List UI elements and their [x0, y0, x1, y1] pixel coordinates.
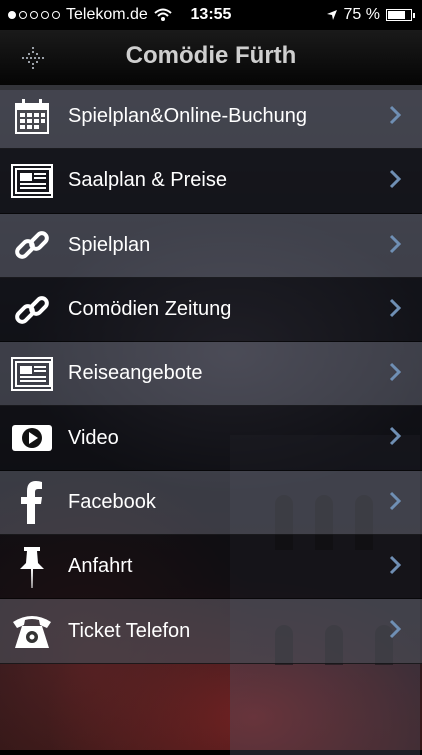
menu-item-label: Comödien Zeitung: [68, 298, 232, 321]
menu-item-ticket-telefon[interactable]: Ticket Telefon: [0, 599, 422, 664]
chevron-right-icon: [389, 234, 402, 253]
menu-item-spielplan-online-buchung[interactable]: Spielplan&Online-Buchung: [0, 85, 422, 150]
video-icon: [0, 407, 64, 470]
menu-item-label: Video: [68, 426, 119, 449]
pin-icon: [0, 535, 64, 598]
menu-item-anfahrt[interactable]: Anfahrt: [0, 535, 422, 600]
chevron-right-icon: [389, 105, 402, 125]
menu-item-label: Saalplan & Preise: [68, 169, 227, 192]
chevron-right-icon: [389, 363, 402, 382]
menu-item-video[interactable]: Video: [0, 406, 422, 471]
menu-item-label: Ticket Telefon: [68, 619, 191, 642]
chevron-right-icon: [389, 620, 402, 639]
battery-fill: [388, 11, 405, 19]
nav-bar: Comödie Fürth: [0, 30, 422, 85]
chevron-right-icon: [389, 427, 402, 446]
chevron-right-icon: [389, 491, 402, 510]
menu-item-reiseangebote[interactable]: Reiseangebote: [0, 342, 422, 407]
status-right: 75 %: [326, 6, 415, 24]
menu-item-label: Spielplan&Online-Buchung: [68, 105, 308, 128]
calendar-icon: [0, 85, 64, 148]
link-icon: [0, 214, 64, 277]
newspaper-icon: [0, 342, 64, 405]
newspaper-icon: [0, 149, 64, 212]
battery-percent: 75 %: [343, 6, 380, 23]
menu-item-comoedien-zeitung[interactable]: Comödien Zeitung: [0, 277, 422, 343]
menu-item-label: Reiseangebote: [68, 362, 203, 385]
chevron-right-icon: [389, 170, 402, 189]
location-arrow-icon: [326, 10, 337, 20]
chevron-right-icon: [389, 298, 402, 317]
menu-item-facebook[interactable]: Facebook: [0, 470, 422, 536]
menu-list: Spielplan&Online-Buchung Saalplan & Prei…: [0, 85, 422, 664]
status-bar: Telekom.de 13:55 75 %: [0, 0, 422, 30]
menu-item-label: Facebook: [68, 490, 156, 513]
menu-item-spielplan[interactable]: Spielplan: [0, 213, 422, 278]
menu-item-label: Anfahrt: [68, 555, 133, 578]
chevron-right-icon: [389, 556, 402, 575]
page-title: Comödie Fürth: [125, 42, 297, 69]
battery-icon: [386, 9, 415, 21]
menu-item-saalplan-preise[interactable]: Saalplan & Preise: [0, 149, 422, 214]
menu-item-label: Spielplan: [68, 233, 151, 256]
facebook-icon: [0, 471, 64, 534]
link-icon: [0, 278, 64, 341]
telephone-icon: [0, 600, 64, 663]
